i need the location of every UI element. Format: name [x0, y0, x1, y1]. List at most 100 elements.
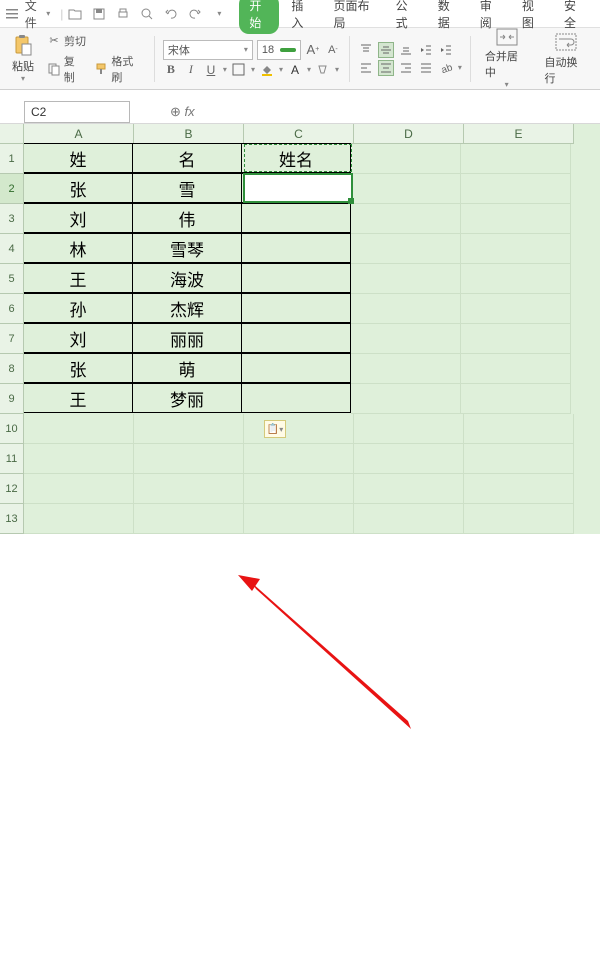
cell[interactable] — [464, 444, 574, 474]
cell[interactable] — [24, 474, 134, 504]
cell[interactable]: 伟 — [132, 203, 242, 233]
row-header[interactable]: 2 — [0, 174, 24, 204]
decrease-indent-icon[interactable] — [418, 42, 434, 58]
merge-center-button[interactable]: 合并居中▾ — [479, 32, 535, 86]
align-center-icon[interactable] — [378, 60, 394, 76]
cell[interactable]: 林 — [23, 233, 133, 263]
print-preview-icon[interactable] — [139, 6, 155, 22]
cell[interactable] — [351, 324, 461, 354]
orientation-icon[interactable]: ab — [438, 60, 454, 76]
file-menu[interactable]: 文件 ▾ — [25, 0, 50, 31]
cell[interactable] — [241, 263, 351, 293]
cell[interactable] — [351, 204, 461, 234]
increase-indent-icon[interactable] — [438, 42, 454, 58]
cell[interactable] — [244, 504, 354, 534]
redo-icon[interactable] — [187, 6, 203, 22]
cell[interactable] — [461, 204, 571, 234]
format-painter-button[interactable]: 格式刷 — [92, 52, 146, 86]
save-icon[interactable] — [91, 6, 107, 22]
cell[interactable] — [351, 174, 461, 204]
align-left-icon[interactable] — [358, 60, 374, 76]
tab-插入[interactable]: 插入 — [281, 0, 321, 34]
cell[interactable]: 王 — [23, 383, 133, 413]
cell[interactable] — [244, 474, 354, 504]
copy-button[interactable]: 复制 — [44, 52, 88, 86]
cell[interactable] — [351, 294, 461, 324]
menu-icon[interactable] — [6, 7, 19, 21]
italic-button[interactable]: I — [183, 62, 199, 78]
cut-button[interactable]: ✂剪切 — [44, 32, 146, 50]
align-right-icon[interactable] — [398, 60, 414, 76]
cell[interactable] — [134, 414, 244, 444]
paste-options-button[interactable]: 📋▾ — [264, 420, 286, 438]
cell[interactable] — [461, 234, 571, 264]
cell[interactable] — [134, 504, 244, 534]
cell[interactable] — [351, 354, 461, 384]
cell[interactable] — [461, 324, 571, 354]
cell[interactable] — [464, 474, 574, 504]
cell[interactable] — [461, 384, 571, 414]
font-color-button[interactable]: A — [287, 62, 303, 78]
tab-数据[interactable]: 数据 — [428, 0, 468, 34]
row-header[interactable]: 1 — [0, 144, 24, 174]
row-header[interactable]: 8 — [0, 354, 24, 384]
tab-公式[interactable]: 公式 — [386, 0, 426, 34]
tab-开始[interactable]: 开始 — [239, 0, 279, 34]
select-all-corner[interactable] — [0, 124, 24, 144]
cell[interactable]: 张 — [23, 353, 133, 383]
cell[interactable] — [241, 173, 351, 203]
cell[interactable]: 杰辉 — [132, 293, 242, 323]
cell[interactable] — [351, 384, 461, 414]
row-header[interactable]: 4 — [0, 234, 24, 264]
row-header[interactable]: 13 — [0, 504, 24, 534]
cell[interactable] — [24, 414, 134, 444]
cell[interactable] — [461, 174, 571, 204]
cell[interactable] — [464, 414, 574, 444]
cell[interactable] — [351, 264, 461, 294]
tab-安全[interactable]: 安全 — [554, 0, 594, 34]
cell[interactable] — [461, 354, 571, 384]
increase-font-icon[interactable]: A+ — [305, 42, 321, 58]
cell[interactable] — [244, 444, 354, 474]
cell[interactable] — [244, 414, 354, 444]
spreadsheet-grid[interactable]: ABCDE 姓名姓名张雪刘伟林雪琴王海波孙杰辉刘丽丽张萌王梦丽 📋▾ 12345… — [0, 124, 600, 534]
row-header[interactable]: 3 — [0, 204, 24, 234]
col-header-A[interactable]: A — [24, 124, 134, 144]
bold-button[interactable]: B — [163, 62, 179, 78]
tab-页面布局[interactable]: 页面布局 — [324, 0, 384, 34]
cell[interactable]: 姓 — [23, 143, 133, 173]
border-button[interactable] — [231, 62, 247, 78]
cell[interactable]: 雪 — [132, 173, 242, 203]
cell[interactable]: 张 — [23, 173, 133, 203]
cell[interactable] — [354, 504, 464, 534]
name-box[interactable]: C2 — [24, 101, 130, 123]
cell[interactable] — [464, 504, 574, 534]
underline-button[interactable]: U — [203, 62, 219, 78]
align-top-icon[interactable] — [358, 42, 374, 58]
cell[interactable] — [461, 144, 571, 174]
row-header[interactable]: 5 — [0, 264, 24, 294]
wrap-text-button[interactable]: 自动换行 — [538, 32, 594, 86]
cell[interactable] — [241, 293, 351, 323]
cell[interactable] — [354, 414, 464, 444]
undo-icon[interactable] — [163, 6, 179, 22]
row-header[interactable]: 10 — [0, 414, 24, 444]
cell[interactable] — [461, 264, 571, 294]
cell[interactable]: 雪琴 — [132, 233, 242, 263]
cell[interactable]: 孙 — [23, 293, 133, 323]
col-header-C[interactable]: C — [244, 124, 354, 144]
col-header-B[interactable]: B — [134, 124, 244, 144]
cell[interactable]: 刘 — [23, 203, 133, 233]
cell[interactable] — [241, 323, 351, 353]
cell[interactable]: 海波 — [132, 263, 242, 293]
paste-button[interactable]: 粘贴▾ — [6, 32, 40, 86]
open-icon[interactable] — [67, 6, 83, 22]
clear-format-icon[interactable] — [315, 62, 331, 78]
cell[interactable] — [351, 234, 461, 264]
justify-icon[interactable] — [418, 60, 434, 76]
cell[interactable]: 丽丽 — [132, 323, 242, 353]
cell[interactable]: 梦丽 — [132, 383, 242, 413]
cell[interactable] — [134, 444, 244, 474]
cell[interactable] — [134, 474, 244, 504]
cell[interactable] — [24, 504, 134, 534]
